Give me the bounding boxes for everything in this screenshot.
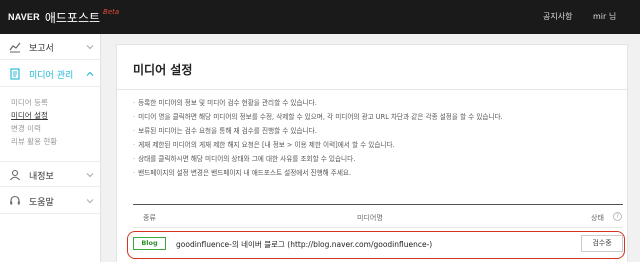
status-button[interactable]: 검수중 (581, 235, 623, 252)
guide-note: · 상태를 클릭하시면 해당 미디어의 상태와 그에 대한 사유를 조회할 수 있… (133, 155, 356, 163)
sidebar-item-label: 도움말 (29, 198, 54, 208)
chevron-down-icon (86, 199, 94, 204)
user-menu[interactable]: mir 님 (593, 11, 616, 22)
chevron-down-icon (86, 45, 94, 50)
chevron-up-icon (86, 71, 94, 76)
sidebar: 보고서 미디어 관리 미디어 등록 미디어 설정 변경 이력 리뷰 활용 현황 … (0, 34, 101, 262)
help-icon[interactable]: ? (613, 212, 622, 221)
naver-wordmark: NAVER (8, 12, 40, 22)
sidebar-item-label: 내정보 (29, 172, 54, 182)
media-settings-panel: 미디어 설정 · 등록한 미디어의 정보 및 미디어 검수 현황을 관리할 수 있… (116, 44, 628, 262)
brand-logo[interactable]: NAVER 애드포스트 Beta (8, 8, 120, 25)
table-top-border (133, 204, 623, 205)
submenu-media-register[interactable]: 미디어 등록 (11, 97, 48, 108)
page-title: 미디어 설정 (133, 63, 193, 77)
top-bar: NAVER 애드포스트 Beta 공지사항 mir 님 (0, 0, 640, 34)
column-header-type: 종류 (143, 214, 156, 222)
sidebar-item-label: 보고서 (29, 44, 54, 54)
submenu-review-usage[interactable]: 리뷰 활용 현황 (11, 136, 57, 147)
chart-icon (9, 42, 21, 53)
guide-note: · 등록한 미디어의 정보 및 미디어 검수 현황을 관리할 수 있습니다. (133, 99, 317, 107)
column-header-media-name: 미디어명 (357, 214, 383, 222)
guide-note: · 밴드페이지의 설정 변경은 밴드페이지 내 애드포스트 설정에서 진행해 주세… (133, 169, 352, 177)
sidebar-item-label: 미디어 관리 (29, 71, 74, 81)
column-header-status: 상태 (591, 214, 604, 222)
beta-label: Beta (103, 8, 120, 16)
title-divider (117, 89, 627, 90)
sidebar-item-help[interactable]: 도움말 (0, 188, 100, 214)
sidebar-item-myinfo[interactable]: 내정보 (0, 161, 100, 187)
document-icon (10, 68, 20, 80)
media-name-link[interactable]: goodinfluence-의 네이버 블로그 (http://blog.nav… (176, 239, 432, 250)
sidebar-item-report[interactable]: 보고서 (0, 34, 100, 60)
table-header-divider (133, 227, 623, 228)
media-type-badge: Blog (133, 237, 166, 250)
submenu-change-history[interactable]: 변경 이력 (11, 123, 41, 134)
chevron-down-icon (86, 173, 94, 178)
service-name: 애드포스트 (44, 10, 101, 25)
guide-note: · 보류된 미디어는 검수 요청을 통해 재 검수를 진행할 수 있습니다. (133, 127, 317, 135)
notice-link[interactable]: 공지사항 (543, 11, 572, 22)
sidebar-item-media[interactable]: 미디어 관리 (0, 61, 100, 87)
user-icon (10, 169, 20, 181)
guide-note: · 미디어 명을 클릭하면 해당 미디어의 정보를 수정, 삭제할 수 있으며, … (133, 113, 503, 121)
submenu-media-settings[interactable]: 미디어 설정 (11, 110, 48, 121)
guide-note: · 게재 제한된 미디어의 게재 제한 해지 요청은 [내 정보 > 이용 제한 … (133, 141, 395, 149)
headset-icon (10, 195, 20, 205)
